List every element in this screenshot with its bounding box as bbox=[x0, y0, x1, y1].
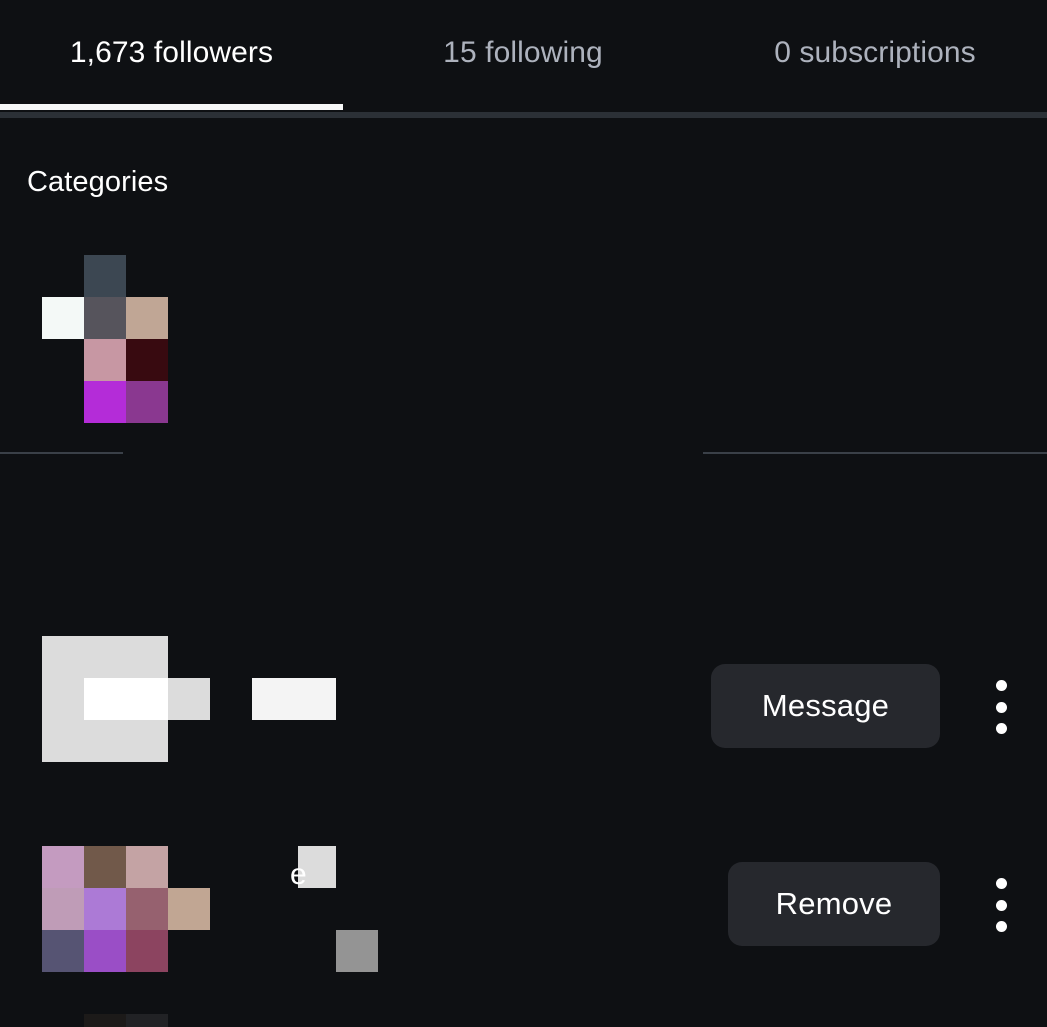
mosaic-cell bbox=[126, 930, 168, 972]
redaction-block bbox=[84, 678, 168, 720]
redaction-block bbox=[84, 1014, 126, 1027]
redaction-block bbox=[336, 930, 378, 972]
profile-stats-tabbar: 1,673 followers 15 following 0 subscript… bbox=[0, 0, 1047, 118]
kebab-dot bbox=[995, 921, 1007, 932]
redaction-block bbox=[126, 1014, 168, 1027]
message-button[interactable]: Message bbox=[711, 664, 940, 748]
mosaic-cell bbox=[126, 381, 168, 423]
followers-page: 1,673 followers 15 following 0 subscript… bbox=[0, 0, 1047, 1027]
mosaic-cell bbox=[84, 930, 126, 972]
mosaic-cell bbox=[126, 297, 168, 339]
mosaic-cell bbox=[84, 846, 126, 888]
mosaic-cell bbox=[42, 930, 84, 972]
kebab-dot bbox=[995, 680, 1007, 691]
active-tab-indicator bbox=[0, 104, 343, 110]
mosaic-cell bbox=[84, 339, 126, 381]
mosaic-cell bbox=[84, 888, 126, 930]
mosaic-cell bbox=[84, 297, 126, 339]
divider bbox=[0, 452, 123, 454]
remove-button[interactable]: Remove bbox=[728, 862, 940, 946]
kebab-menu-icon[interactable] bbox=[984, 878, 1018, 932]
mosaic-cell bbox=[84, 255, 126, 297]
kebab-dot bbox=[995, 701, 1007, 713]
tab-subscriptions[interactable]: 0 subscriptions bbox=[703, 0, 1047, 106]
kebab-dot bbox=[995, 723, 1007, 734]
mosaic-cell bbox=[168, 888, 210, 930]
divider bbox=[703, 452, 1047, 454]
tab-following[interactable]: 15 following bbox=[343, 0, 703, 106]
tabbar-divider bbox=[0, 112, 1047, 118]
mosaic-cell bbox=[126, 846, 168, 888]
mosaic-cell bbox=[42, 846, 84, 888]
username-visible-glyph: e bbox=[290, 858, 307, 891]
tab-following-label: 15 following bbox=[443, 36, 603, 69]
kebab-dot bbox=[995, 899, 1007, 911]
mosaic-cell bbox=[42, 297, 84, 339]
kebab-menu-icon[interactable] bbox=[984, 680, 1018, 734]
tab-followers-label: 1,673 followers bbox=[69, 36, 274, 69]
kebab-dot bbox=[995, 878, 1007, 889]
tab-subscriptions-label: 0 subscriptions bbox=[774, 36, 976, 69]
mosaic-cell bbox=[84, 381, 126, 423]
mosaic-cell bbox=[126, 339, 168, 381]
mosaic-cell bbox=[126, 888, 168, 930]
categories-heading: Categories bbox=[27, 166, 169, 198]
mosaic-cell bbox=[42, 888, 84, 930]
tab-followers[interactable]: 1,673 followers bbox=[0, 0, 343, 106]
redaction-block bbox=[252, 678, 336, 720]
